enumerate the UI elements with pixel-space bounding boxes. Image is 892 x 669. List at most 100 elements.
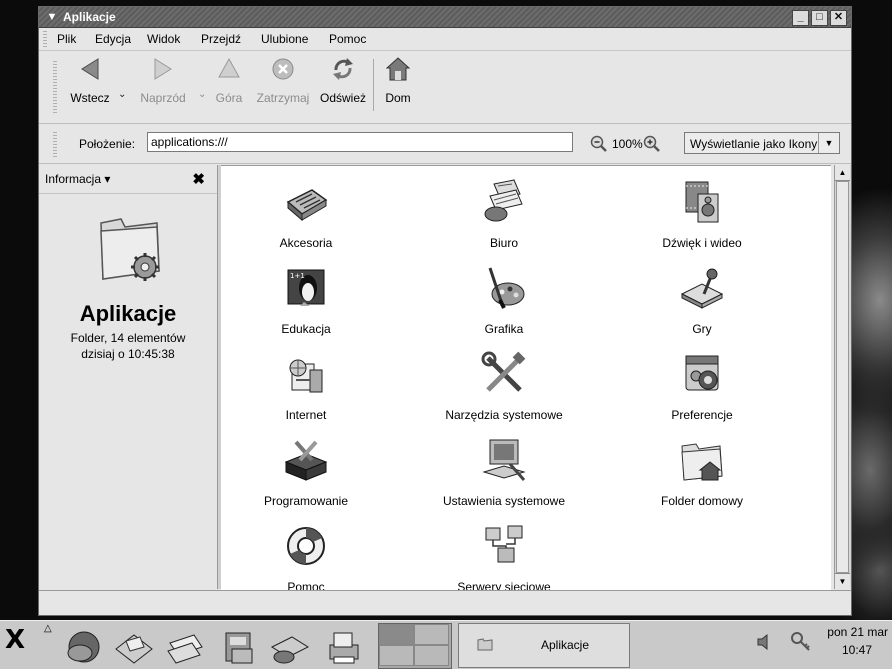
app-item-dzwiek-i-wideo[interactable]: Dźwięk i wideo bbox=[617, 178, 787, 264]
location-label: Położenie: bbox=[79, 137, 136, 151]
close-button[interactable]: ✕ bbox=[830, 10, 847, 26]
internet-icon bbox=[289, 359, 323, 393]
system-tools-icon bbox=[481, 351, 526, 392]
app-item-ustawienia-systemowe[interactable]: Ustawienia systemowe bbox=[419, 436, 589, 522]
app-label: Dźwięk i wideo bbox=[662, 236, 742, 250]
home-icon bbox=[386, 57, 410, 81]
app-item-preferencje[interactable]: Preferencje bbox=[617, 350, 787, 436]
menu-edycja[interactable]: Edycja bbox=[95, 32, 131, 46]
workspace-switcher[interactable] bbox=[378, 623, 452, 669]
toolbar: Wstecz ⌄ Naprzód ⌄ Góra Zatrzymaj Odświe… bbox=[39, 51, 851, 124]
folder-icon bbox=[477, 638, 493, 651]
app-label: Grafika bbox=[484, 322, 524, 336]
svg-text:1+1: 1+1 bbox=[290, 272, 305, 280]
education-icon: 1+1 bbox=[287, 269, 325, 306]
app-item-internet[interactable]: Internet bbox=[221, 350, 391, 436]
back-label: Wstecz bbox=[70, 91, 110, 105]
side-pane: Informacja ▾ ✖ Aplikacje Folder, 14 elem… bbox=[39, 165, 218, 589]
home-button[interactable]: Dom bbox=[381, 55, 415, 117]
app-label: Biuro bbox=[489, 236, 518, 250]
window-menu-icon[interactable]: ▼ bbox=[45, 10, 59, 24]
toolbar-separator bbox=[373, 59, 374, 111]
forward-button[interactable]: Naprzód bbox=[135, 55, 191, 117]
scroll-thumb[interactable] bbox=[836, 181, 849, 573]
workspace-3[interactable] bbox=[379, 645, 414, 666]
app-item-akcesoria[interactable]: Akcesoria bbox=[221, 178, 391, 264]
forward-history-dropdown[interactable]: ⌄ bbox=[198, 89, 206, 100]
zoom-out-icon[interactable] bbox=[590, 135, 608, 153]
toolbar-grip[interactable] bbox=[53, 59, 57, 113]
zoom-level[interactable]: 100% bbox=[612, 137, 643, 151]
location-bar: Położenie: 100% Wyświetlanie jako Ikony … bbox=[39, 125, 851, 164]
launcher-writer-icon[interactable] bbox=[164, 627, 206, 667]
location-input[interactable] bbox=[147, 132, 573, 152]
graphics-palette-icon bbox=[488, 267, 525, 309]
workspace-2[interactable] bbox=[414, 624, 449, 645]
keys-icon[interactable] bbox=[790, 631, 812, 653]
app-item-folder-domowy[interactable]: Folder domowy bbox=[617, 436, 787, 522]
reload-icon bbox=[333, 58, 353, 80]
maximize-button[interactable]: □ bbox=[811, 10, 828, 26]
side-pane-selector-label: Informacja bbox=[45, 172, 102, 186]
view-mode-select[interactable]: Wyświetlanie jako Ikony ▼ bbox=[684, 132, 840, 154]
info-item-count: Folder, 14 elementów bbox=[70, 331, 186, 345]
menu-przejdz[interactable]: Przejdź bbox=[201, 32, 241, 46]
stop-button[interactable]: Zatrzymaj bbox=[253, 55, 313, 117]
side-pane-header: Informacja ▾ ✖ bbox=[39, 165, 217, 194]
reload-button[interactable]: Odśwież bbox=[319, 55, 367, 117]
clock-date[interactable]: pon 21 mar bbox=[827, 625, 888, 639]
folder-gear-icon bbox=[100, 218, 160, 281]
close-icon[interactable]: ✖ bbox=[192, 170, 205, 188]
launcher-browser-icon[interactable] bbox=[62, 627, 104, 667]
locationbar-grip[interactable] bbox=[53, 131, 57, 157]
menubar-grip[interactable] bbox=[43, 31, 47, 47]
menu-pomoc[interactable]: Pomoc bbox=[329, 32, 366, 46]
app-label: Internet bbox=[285, 408, 327, 422]
volume-icon[interactable] bbox=[756, 633, 772, 651]
app-label: Gry bbox=[692, 322, 712, 336]
scroll-up-arrow-icon[interactable]: ▲ bbox=[835, 165, 850, 181]
programming-toolbox-icon bbox=[284, 440, 328, 481]
app-label: Edukacja bbox=[281, 322, 331, 336]
menu-plik[interactable]: Plik bbox=[57, 32, 76, 46]
task-label: Aplikacje bbox=[541, 638, 590, 652]
vertical-scrollbar[interactable]: ▲ ▼ bbox=[834, 165, 851, 589]
app-item-biuro[interactable]: Biuro bbox=[419, 178, 589, 264]
panel-hide-arrow-icon[interactable]: △ bbox=[44, 623, 52, 634]
minimize-button[interactable]: _ bbox=[792, 10, 809, 26]
up-button[interactable]: Góra bbox=[209, 55, 249, 117]
multimedia-icon bbox=[685, 181, 719, 223]
info-date: dzisiaj o 10:45:38 bbox=[81, 347, 175, 361]
x-logo-icon[interactable]: X bbox=[5, 625, 25, 655]
menu-widok[interactable]: Widok bbox=[147, 32, 180, 46]
app-label: Folder domowy bbox=[660, 494, 744, 508]
scroll-down-arrow-icon[interactable]: ▼ bbox=[835, 573, 850, 589]
app-item-narzedzia-systemowe[interactable]: Narzędzia systemowe bbox=[419, 350, 589, 436]
calculator-icon bbox=[286, 189, 328, 222]
back-history-dropdown[interactable]: ⌄ bbox=[118, 89, 126, 100]
app-item-grafika[interactable]: Grafika bbox=[419, 264, 589, 350]
launcher-calc-icon[interactable] bbox=[218, 627, 260, 667]
stop-label: Zatrzymaj bbox=[256, 91, 310, 105]
app-item-gry[interactable]: Gry bbox=[617, 264, 787, 350]
clock-time[interactable]: 10:47 bbox=[842, 643, 872, 657]
app-label: Ustawienia systemowe bbox=[442, 494, 566, 508]
status-bar bbox=[39, 590, 851, 615]
reload-label: Odśwież bbox=[319, 91, 366, 105]
title-bar[interactable]: ▼ Aplikacje _ □ ✕ bbox=[39, 7, 851, 28]
app-item-edukacja[interactable]: 1+1 Edukacja bbox=[221, 264, 391, 350]
workspace-1[interactable] bbox=[379, 624, 414, 645]
workspace-4[interactable] bbox=[414, 645, 449, 666]
zoom-in-icon[interactable] bbox=[643, 135, 661, 153]
launcher-impress-icon[interactable] bbox=[268, 627, 310, 667]
chevron-down-icon: ▾ bbox=[104, 172, 111, 186]
home-folder-icon bbox=[681, 443, 723, 481]
taskbar-window-button[interactable]: Aplikacje bbox=[458, 623, 630, 668]
stop-icon bbox=[272, 58, 294, 80]
menu-ulubione[interactable]: Ulubione bbox=[261, 32, 308, 46]
launcher-print-icon[interactable] bbox=[322, 627, 364, 667]
back-button[interactable]: Wstecz bbox=[65, 55, 115, 117]
side-pane-selector[interactable]: Informacja ▾ bbox=[45, 172, 110, 186]
launcher-mail-icon[interactable] bbox=[112, 627, 154, 667]
app-item-programowanie[interactable]: Programowanie bbox=[221, 436, 391, 522]
